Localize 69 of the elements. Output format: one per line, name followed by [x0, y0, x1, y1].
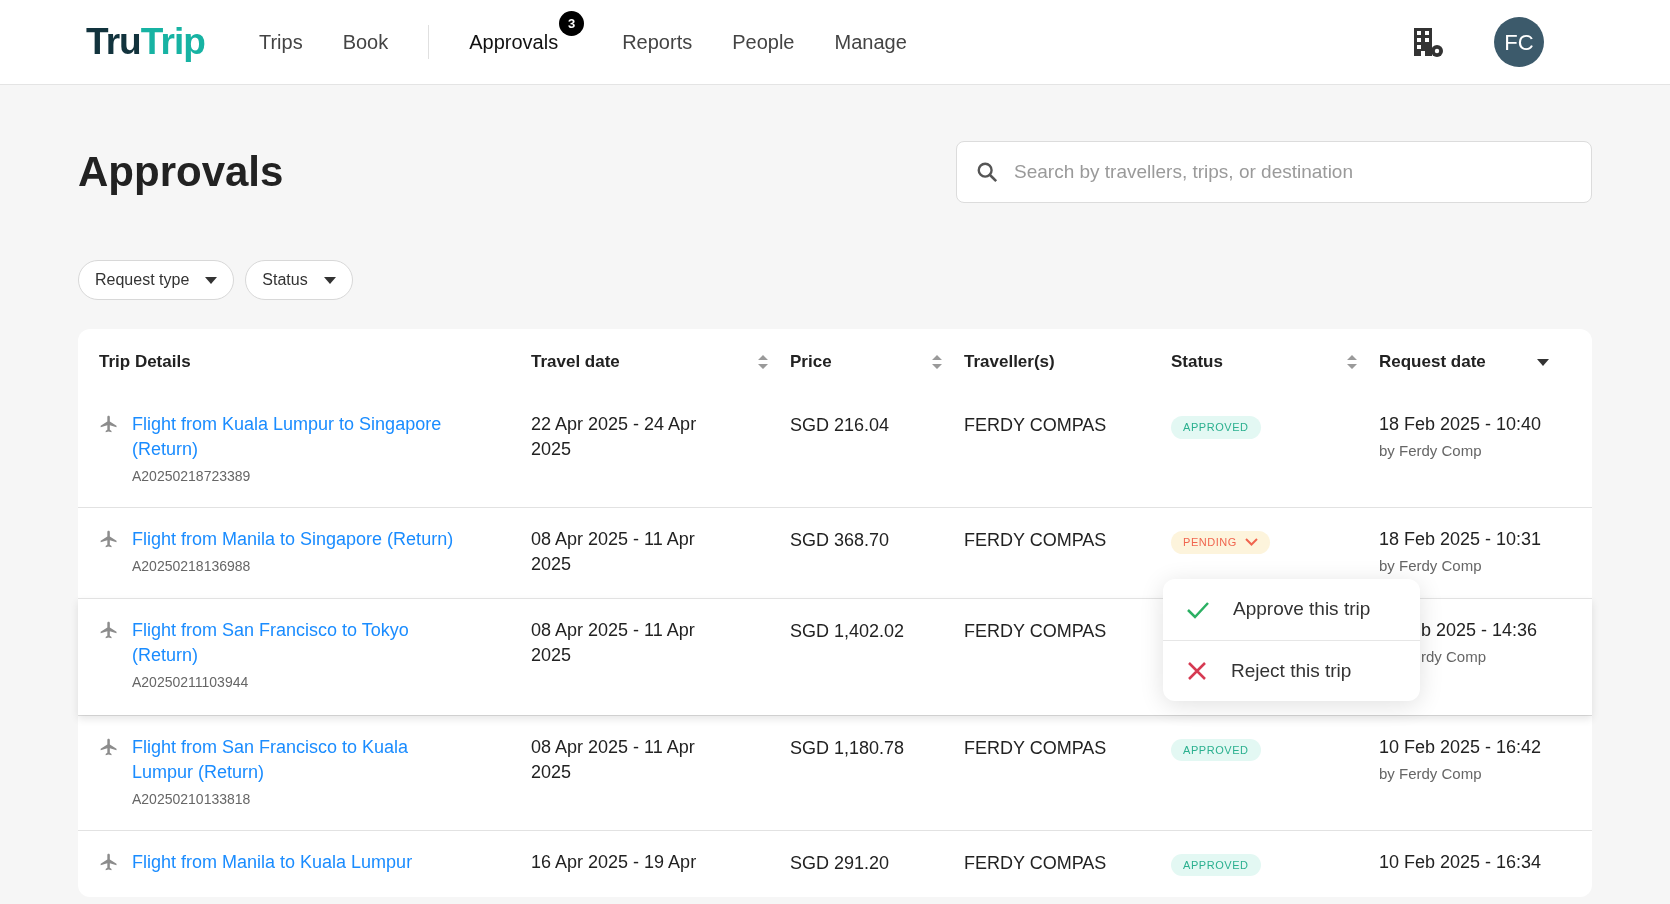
- traveller-name: FERDY COMPAS: [964, 737, 1107, 758]
- close-icon: [1187, 661, 1207, 681]
- price: SGD 291.20: [790, 852, 890, 873]
- chevron-down-icon: [1244, 538, 1258, 547]
- airplane-icon: [99, 414, 119, 434]
- airplane-icon: [99, 529, 119, 549]
- notification-badge: 3: [559, 11, 585, 36]
- requested-by: by Ferdy Comp: [1379, 556, 1483, 576]
- booking-reference: A20250218723389: [132, 467, 252, 486]
- request-date: 10 Feb 2025 - 16:34: [1379, 850, 1543, 874]
- status-pill: APPROVED: [1171, 853, 1261, 876]
- building-settings-icon[interactable]: [1412, 26, 1444, 58]
- caret-icon: [205, 276, 218, 284]
- table-row[interactable]: Flight from San Francisco to Kuala Lumpur (Return) A20250210133818 08 Apr 2025 - 11 Apr 2025 SGD 1,180.78 FERDY COMPAS APPROVED 10 Feb 2025 - 16:42 by Ferdy Comp: [78, 714, 1592, 830]
- travel-date: 08 Apr 2025 - 11 Apr 2025: [531, 528, 696, 576]
- column-header: Travel date: [531, 351, 620, 374]
- user-avatar[interactable]: FC: [1494, 17, 1544, 67]
- filter-dropdown[interactable]: Status: [245, 260, 353, 300]
- airplane-icon: [99, 851, 119, 872]
- requested-by: rdy Comp: [1421, 646, 1488, 667]
- caret-icon: [323, 276, 336, 284]
- logo[interactable]: TruTrip: [86, 14, 205, 70]
- nav-link[interactable]: Trips: [238, 27, 323, 57]
- column-header: Status: [1171, 351, 1223, 374]
- traveller-name: FERDY COMPAS: [964, 530, 1107, 550]
- filter-dropdown[interactable]: Request type: [78, 260, 235, 300]
- nav-link[interactable]: People: [712, 27, 815, 57]
- booking-reference: A20250211103944: [132, 672, 250, 692]
- column-header: Traveller(s): [964, 351, 1055, 374]
- travel-date: 08 Apr 2025 - 11 Apr 2025: [531, 618, 696, 667]
- price: SGD 1,180.78: [790, 737, 905, 758]
- table-row[interactable]: Flight from Kuala Lumpur to Singapore (Return) A20250218723389 22 Apr 2025 - 24 Apr 2025 SGD 216.04 FERDY COMPAS APPROVED 18 Feb 2025 - 10:40 by Ferdy Comp: [78, 393, 1592, 507]
- sort-icon[interactable]: [758, 355, 768, 369]
- request-date: 10 Feb 2025 - 16:42: [1379, 735, 1543, 759]
- nav-link[interactable]: Book: [322, 27, 409, 57]
- check-icon: [1187, 600, 1209, 619]
- requested-by: by Ferdy Comp: [1379, 441, 1483, 461]
- airplane-icon: [99, 736, 119, 757]
- travel-date: 22 Apr 2025 - 24 Apr 2025: [531, 413, 698, 461]
- status-pill: APPROVED: [1171, 416, 1261, 439]
- nav-link[interactable]: Reports: [602, 27, 713, 57]
- search-field[interactable]: Search by travellers, trips, or destination: [956, 140, 1592, 203]
- table-row[interactable]: Flight from Manila to Kuala Lumpur 16 Apr 2025 - 19 Apr SGD 291.20 FERDY COMPAS APPROVED 10 Feb 2025 - 16:34: [78, 829, 1592, 897]
- nav-link[interactable]: Manage: [814, 27, 927, 57]
- airplane-icon: [99, 619, 119, 640]
- travel-date: 16 Apr 2025 - 19 Apr: [531, 850, 698, 874]
- traveller-name: FERDY COMPAS: [964, 415, 1107, 435]
- request-date: 18 Feb 2025 - 10:31: [1379, 528, 1543, 551]
- sort-icon[interactable]: [932, 355, 942, 369]
- column-header: Trip Details: [99, 351, 191, 374]
- travel-date: 08 Apr 2025 - 11 Apr 2025: [531, 735, 696, 784]
- requested-by: by Ferdy Comp: [1379, 763, 1483, 784]
- traveller-name: FERDY COMPAS: [964, 620, 1107, 641]
- search-icon: [976, 160, 998, 183]
- booking-reference: A20250218136988: [132, 557, 252, 576]
- request-date: 18 Feb 2025 - 10:40: [1379, 413, 1543, 436]
- price: SGD 216.04: [790, 415, 890, 435]
- page-title: Approvals: [78, 147, 284, 197]
- sort-descending-icon[interactable]: [1537, 358, 1549, 366]
- column-header: Request date: [1379, 351, 1486, 374]
- request-date: b 2025 - 14:36: [1421, 618, 1539, 642]
- price: SGD 368.70: [790, 530, 890, 550]
- traveller-name: FERDY COMPAS: [964, 852, 1107, 873]
- booking-reference: A20250210133818: [132, 789, 252, 809]
- menu-item[interactable]: Reject this trip: [1163, 640, 1420, 701]
- price: SGD 1,402.02: [790, 620, 905, 641]
- status-pill: APPROVED: [1171, 738, 1261, 761]
- sort-icon[interactable]: [1347, 355, 1357, 369]
- column-header: Price: [790, 351, 832, 374]
